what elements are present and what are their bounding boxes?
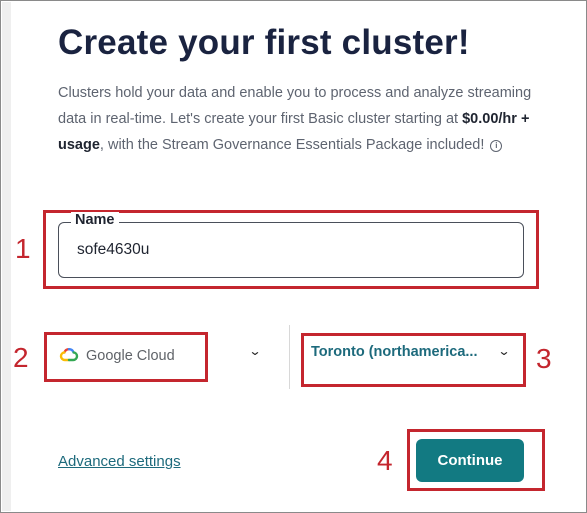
region-chevron-down-icon[interactable]: ⌄	[497, 344, 510, 358]
description-text: Clusters hold your data and enable you t…	[58, 85, 532, 127]
cluster-name-label: Name	[71, 212, 119, 228]
info-icon[interactable]: i	[490, 140, 503, 152]
annotation-marker-2: 2	[13, 342, 29, 373]
cluster-name-field[interactable]: Name	[58, 212, 524, 278]
annotation-box-3	[301, 333, 526, 387]
annotation-marker-4: 4	[377, 445, 393, 476]
page-title: Create your first cluster!	[58, 23, 470, 62]
provider-chevron-down-icon[interactable]: ⌄	[248, 344, 261, 358]
advanced-settings-link[interactable]: Advanced settings	[58, 453, 181, 470]
description-text-end: , with the Stream Governance Essentials …	[99, 137, 485, 153]
page-description: Clusters hold your data and enable you t…	[58, 80, 538, 158]
annotation-marker-3: 3	[536, 343, 552, 374]
dialog-frame: Create your first cluster! Clusters hold…	[0, 0, 587, 513]
continue-button[interactable]: Continue	[416, 439, 524, 482]
cloud-provider-select[interactable]: Google Cloud	[58, 341, 268, 371]
region-select[interactable]: Toronto (northamerica...	[311, 344, 516, 360]
vertical-divider	[289, 325, 290, 389]
cluster-name-input[interactable]	[77, 241, 497, 259]
provider-label: Google Cloud	[86, 348, 175, 364]
left-edge-strip	[2, 2, 11, 511]
google-cloud-icon	[58, 345, 80, 368]
annotation-marker-1: 1	[15, 233, 31, 264]
